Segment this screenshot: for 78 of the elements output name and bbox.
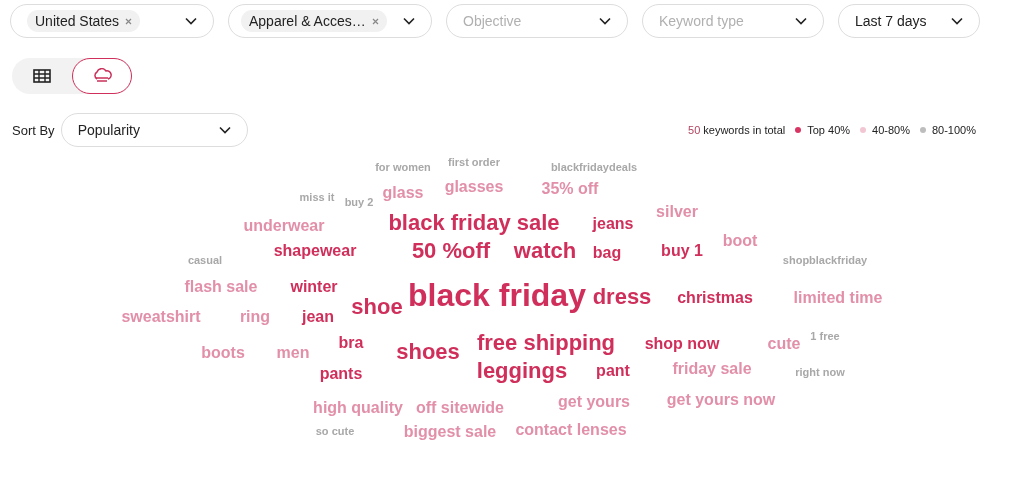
keyword[interactable]: first order [448,155,500,169]
keyword[interactable]: shopblackfriday [782,253,868,267]
keyword[interactable]: boot [722,232,758,250]
keyword[interactable]: glasses [444,178,504,196]
keyword[interactable]: black friday sale [388,210,560,236]
keyword[interactable]: sweatshirt [121,308,201,326]
keyword[interactable]: miss it [299,190,335,204]
keyword[interactable]: ring [239,308,271,326]
keyword[interactable]: blackfridaydeals [550,160,638,174]
chevron-down-icon [951,17,963,25]
keyword[interactable]: jeans [592,215,634,233]
keyword[interactable]: christmas [677,289,753,307]
filter-dropdown[interactable]: United States [10,4,214,38]
keyword[interactable]: leggings [476,358,568,384]
chevron-down-icon [218,126,231,134]
keyword[interactable]: limited time [793,289,883,307]
filter-chip[interactable]: Apparel & Acces… [241,10,387,32]
keyword[interactable]: shoes [396,339,460,365]
legend-label: 80-100% [931,124,976,136]
keyword[interactable]: 1 free [810,329,840,343]
keyword[interactable]: high quality [313,399,403,417]
sort-dropdown[interactable]: Popularity [60,113,248,147]
filter-dropdown[interactable]: Objective [446,4,628,38]
keyword[interactable]: so cute [315,424,355,438]
chevron-down-icon [795,17,807,25]
keyword[interactable]: biggest sale [403,423,497,441]
chevron-down-icon [403,17,415,25]
summary-label: keywords in total [703,124,786,136]
filter-dropdown[interactable]: Apparel & Acces… [228,4,432,38]
keyword[interactable]: silver [656,203,698,221]
keyword[interactable]: dress [592,284,652,310]
keyword-count: 50 [688,124,701,136]
keyword[interactable]: watch [513,238,577,264]
sort-label: Sort By [12,122,55,138]
keyword[interactable]: men [276,344,310,362]
filter-dropdown[interactable]: Keyword type [642,4,824,38]
dropdown-placeholder: Keyword type [659,13,744,29]
keyword[interactable]: pants [319,365,363,383]
chip-label: Apparel & Acces… [249,13,366,29]
table-icon [33,69,51,83]
keyword[interactable]: pant [596,362,630,380]
keyword[interactable]: for women [375,160,431,174]
dropdown-value: Last 7 days [855,13,927,29]
filter-dropdown[interactable]: Last 7 days [838,4,980,38]
keyword[interactable]: winter [290,278,338,296]
keyword[interactable]: shapewear [273,242,357,260]
keyword[interactable]: flash sale [184,278,258,296]
keyword[interactable]: bag [592,244,622,262]
keyword[interactable]: off sitewide [416,399,504,417]
filter-chip[interactable]: United States [27,10,141,32]
keyword[interactable]: friday sale [672,360,752,378]
keyword[interactable]: 50 %off [411,238,491,264]
keyword[interactable]: bra [338,334,364,352]
keyword[interactable]: jean [302,308,334,326]
keyword[interactable]: get yours now [666,391,776,409]
chevron-down-icon [185,17,197,25]
keyword[interactable]: contact lenses [515,421,627,439]
dropdown-placeholder: Objective [463,13,522,29]
cloud-icon [92,68,112,84]
keyword[interactable]: shop now [644,335,720,353]
keyword[interactable]: cute [767,335,801,353]
keyword[interactable]: black friday [408,278,586,314]
legend-label: 40-80% [872,124,910,136]
keyword[interactable]: shoe [351,294,403,320]
chip-label: United States [35,13,120,29]
keyword[interactable]: 35% off [541,180,599,198]
keyword[interactable]: buy 1 [661,242,703,260]
keyword[interactable]: casual [187,253,223,267]
keyword[interactable]: get yours [558,393,630,411]
keyword[interactable]: buy 2 [344,195,374,209]
keyword[interactable]: free shipping [476,330,616,356]
chevron-down-icon [599,17,611,25]
keyword[interactable]: right now [795,365,845,379]
view-button[interactable] [72,58,132,94]
keyword[interactable]: underwear [243,217,325,235]
keyword[interactable]: boots [201,344,245,362]
legend-label: Top 40% [807,124,851,136]
keyword[interactable]: glass [382,184,424,202]
